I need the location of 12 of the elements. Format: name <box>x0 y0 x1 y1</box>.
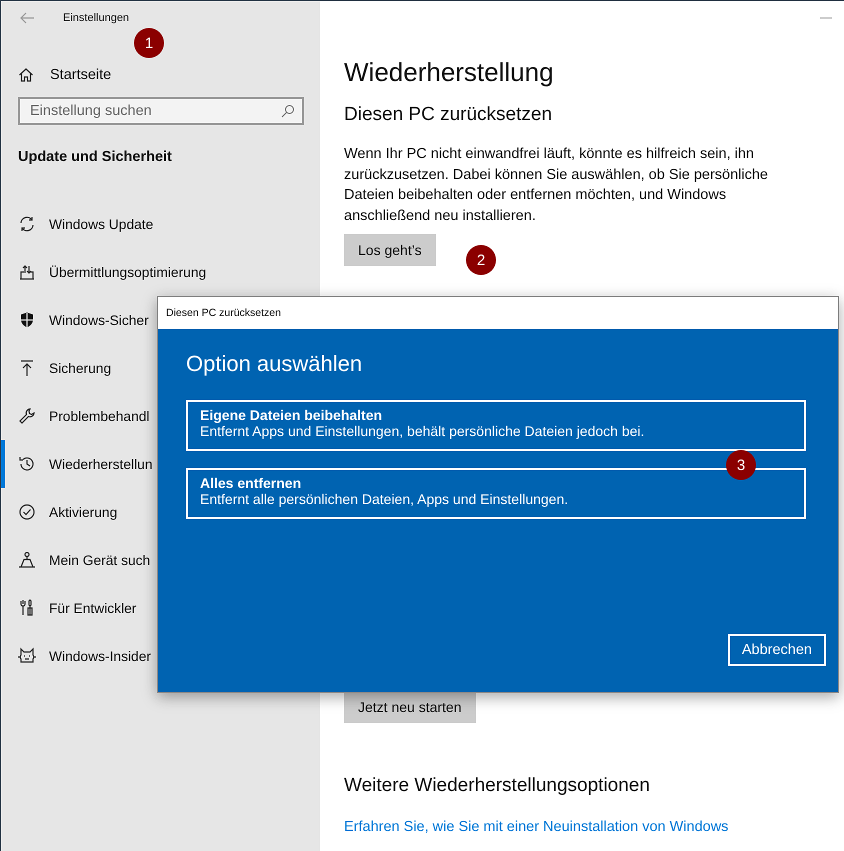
option-title: Eigene Dateien beibehalten <box>200 407 384 423</box>
option-description: Entfernt alle persönlichen Dateien, Apps und Einstellungen. <box>200 491 570 507</box>
section-heading: Weitere Wiederherstellungsoptionen <box>344 775 650 797</box>
option-title: Alles entfernen <box>200 475 302 491</box>
page-title: Wiederherstellung <box>344 57 554 88</box>
section-heading: Update und Sicherheit <box>17 148 173 167</box>
window-title: Einstellungen <box>63 12 130 24</box>
dialog-title: Diesen PC zurücksetzen <box>166 307 281 319</box>
description-text: Wenn Ihr PC nicht einwandfrei läuft, könnte es hilfreich sein, ihn zurückzusetzen. Dabei können Sie auswählen, ob Sie persönliche Dateien beibehalten oder entfernen möchten, und Windows anschließend neu installieren. <box>344 145 769 226</box>
dialog-heading: Option auswählen <box>186 351 364 377</box>
section-heading: Diesen PC zurücksetzen <box>344 104 552 126</box>
option-description: Entfernt Apps und Einstellungen, behält persönliche Dateien jedoch bei. <box>200 423 646 439</box>
